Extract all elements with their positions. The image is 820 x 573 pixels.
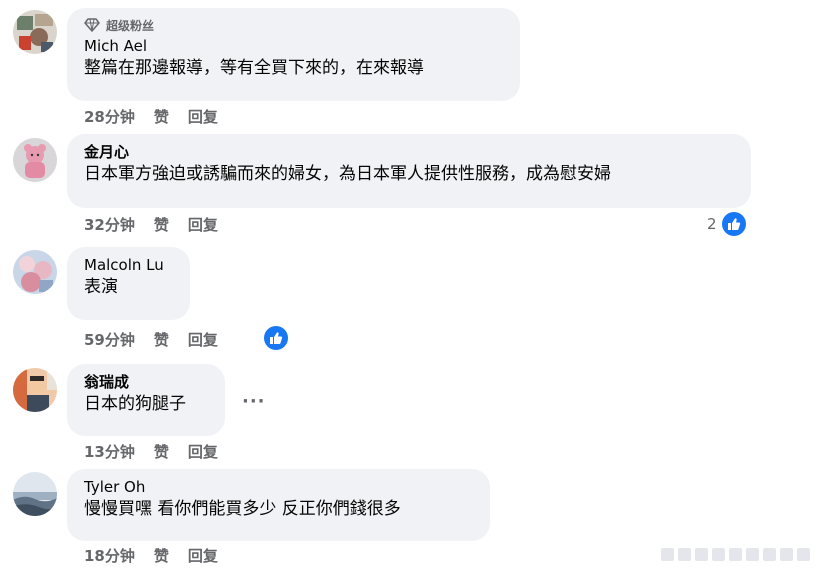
reply-button[interactable]: 回复: [188, 214, 218, 235]
thumbs-up-icon[interactable]: [722, 212, 746, 236]
comment-time[interactable]: 59分钟: [84, 329, 135, 350]
avatar[interactable]: [13, 10, 57, 54]
comment-author[interactable]: Malcoln Lu: [84, 255, 173, 275]
comment-text: 整篇在那邊報導，等有全買下來的，在來報導: [84, 58, 424, 78]
comment-actions: 18分钟 赞 回复: [84, 545, 237, 566]
comment-bubble: 超级粉丝 Mich Ael 整篇在那邊報導，等有全買下來的，在來報導: [67, 8, 520, 101]
comment-time[interactable]: 32分钟: [84, 214, 135, 235]
comment-text: 日本軍方強迫或誘騙而來的婦女，為日本軍人提供性服務，成為慰安婦: [84, 164, 611, 184]
comment-time[interactable]: 13分钟: [84, 441, 135, 462]
avatar[interactable]: [13, 368, 57, 412]
avatar[interactable]: [13, 472, 57, 516]
like-button[interactable]: 赞: [154, 106, 169, 127]
top-fan-badge: 超级粉丝: [84, 16, 503, 34]
comment-actions: 13分钟 赞 回复: [84, 441, 237, 462]
like-button[interactable]: 赞: [154, 214, 169, 235]
like-button[interactable]: 赞: [154, 329, 169, 350]
comment-bubble: 翁瑞成 日本的狗腿子: [67, 364, 225, 436]
comment-text: 表演: [84, 277, 118, 297]
thumbs-up-icon[interactable]: [264, 326, 288, 350]
like-button[interactable]: 赞: [154, 545, 169, 566]
comment-actions: 59分钟 赞 回复: [84, 329, 237, 350]
reply-button[interactable]: 回复: [188, 441, 218, 462]
like-button[interactable]: 赞: [154, 441, 169, 462]
reply-button[interactable]: 回复: [188, 106, 218, 127]
diamond-icon: [84, 18, 100, 32]
avatar[interactable]: [13, 138, 57, 182]
comment-actions: 32分钟 赞 回复: [84, 214, 237, 235]
comment-author[interactable]: Mich Ael: [84, 36, 503, 56]
comment-thread: 超级粉丝 Mich Ael 整篇在那邊報導，等有全買下來的，在來報導 28分钟 …: [0, 0, 820, 573]
comment-author[interactable]: Tyler Oh: [84, 477, 473, 497]
watermark: [661, 548, 810, 561]
reply-button[interactable]: 回复: [188, 545, 218, 566]
comment-actions: 28分钟 赞 回复: [84, 106, 237, 127]
badge-label: 超级粉丝: [106, 18, 155, 33]
avatar[interactable]: [13, 250, 57, 294]
more-options-button[interactable]: ···: [242, 391, 266, 412]
reply-button[interactable]: 回复: [188, 329, 218, 350]
comment-author[interactable]: 翁瑞成: [84, 372, 208, 392]
reaction-count[interactable]: 2: [707, 215, 717, 233]
comment-bubble: 金月心 日本軍方強迫或誘騙而來的婦女，為日本軍人提供性服務，成為慰安婦: [67, 134, 751, 208]
comment-text: 慢慢買嘿 看你們能買多少 反正你們錢很多: [84, 499, 401, 519]
comment-text: 日本的狗腿子: [84, 394, 186, 414]
comment-bubble: Malcoln Lu 表演: [67, 247, 190, 320]
comment-time[interactable]: 28分钟: [84, 106, 135, 127]
comment-time[interactable]: 18分钟: [84, 545, 135, 566]
comment-bubble: Tyler Oh 慢慢買嘿 看你們能買多少 反正你們錢很多: [67, 469, 490, 541]
comment-author[interactable]: 金月心: [84, 142, 734, 162]
